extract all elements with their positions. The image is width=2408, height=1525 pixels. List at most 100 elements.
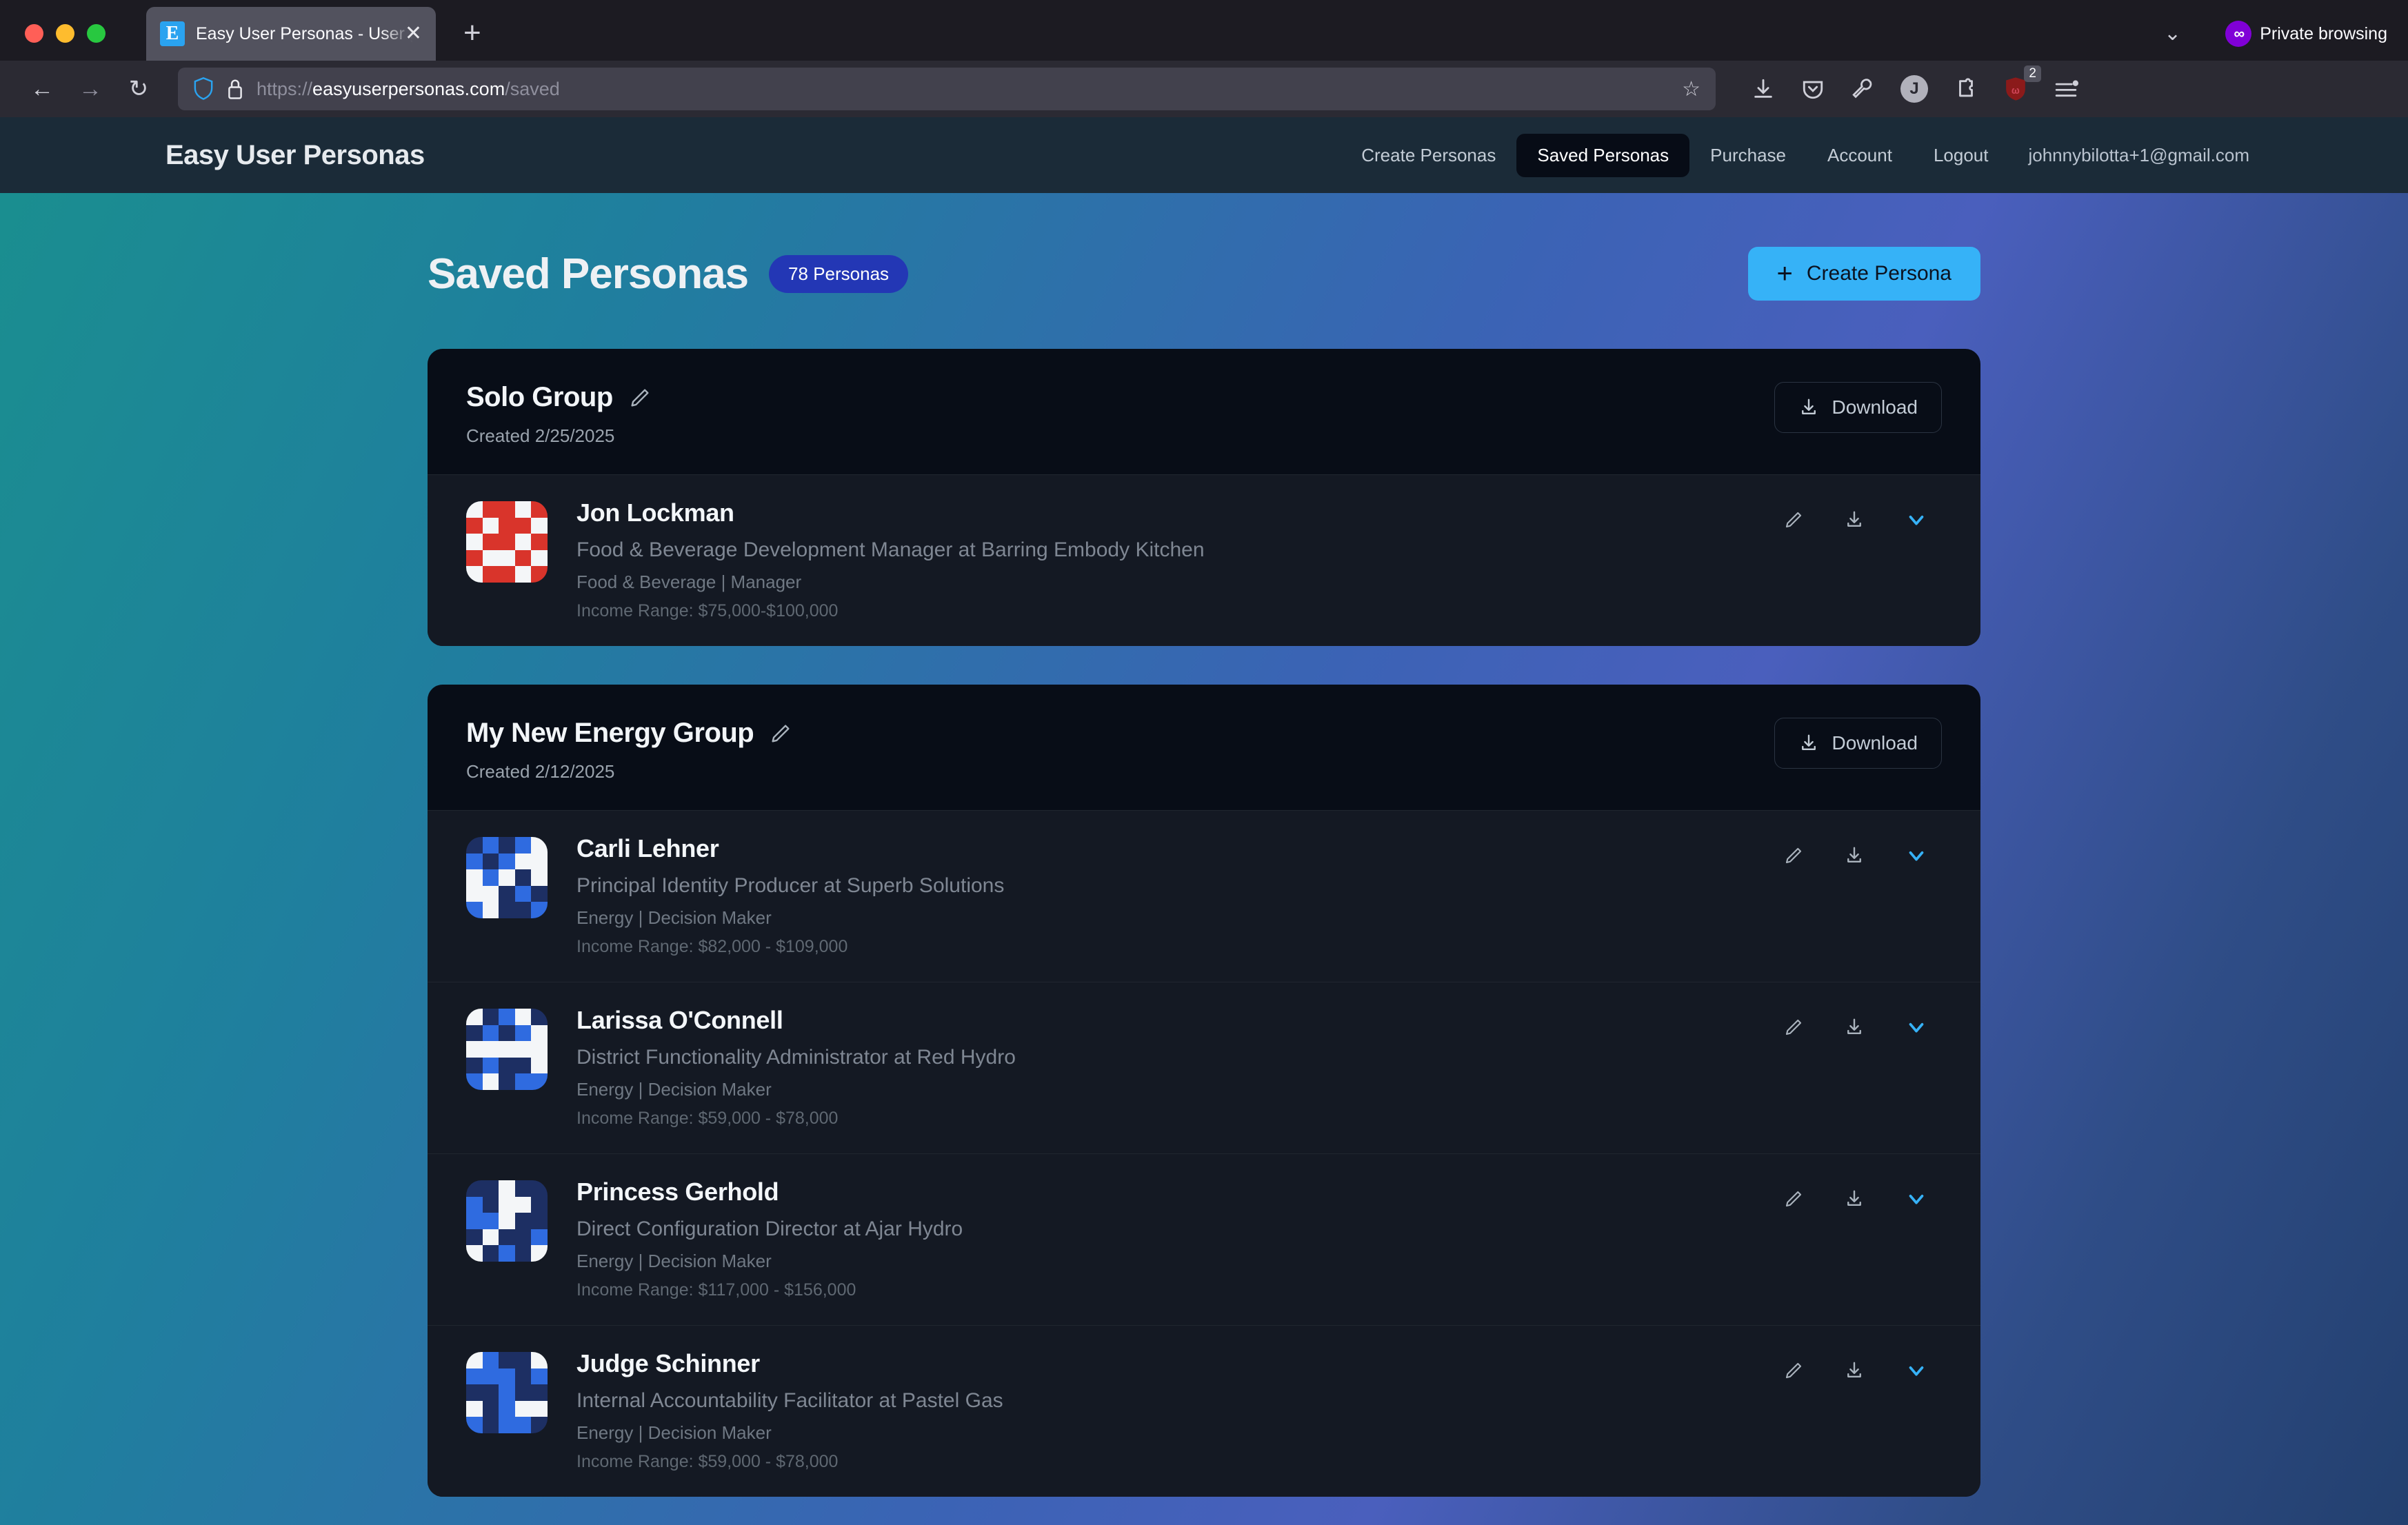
tab-favicon: E [160,21,185,46]
url-text[interactable]: https://easyuserpersonas.com/saved [257,79,1669,100]
persona-income-range: Income Range: $59,000 - $78,000 [576,1452,839,1471]
persona-industry-segment: Food & Beverage | Manager [576,572,802,592]
wrench-tools-icon[interactable] [1851,77,1874,101]
private-browsing-mask-icon: ∞ [2225,21,2252,47]
persona-name: Larissa O'Connell [576,1006,783,1034]
persona-row-actions [1783,498,1942,532]
maximize-window-button[interactable] [87,24,106,43]
browser-tab[interactable]: E Easy User Personas - User gene ✕ [146,7,436,61]
persona-group-card: Solo Group Created 2/25/2025 Download Jon L… [428,349,1980,646]
back-button[interactable]: ← [21,68,63,110]
private-browsing-label: Private browsing [2260,23,2387,43]
edit-group-name-pencil-icon[interactable] [628,386,652,410]
edit-persona-pencil-icon[interactable] [1783,509,1804,530]
bookmark-star-icon[interactable]: ☆ [1682,77,1700,101]
titlebar-right: ⌄ ∞ Private browsing [2139,21,2387,47]
download-group-button[interactable]: Download [1774,382,1942,433]
persona-info: Judge Schinner Internal Accountability Fa… [548,1349,1783,1472]
main-content: Saved Personas 78 Personas + Create Pers… [0,193,2408,1497]
persona-row[interactable]: Princess Gerhold Direct Configuration Dir… [428,1153,1980,1325]
account-avatar[interactable]: J [1900,75,1928,103]
toolbar-icons: J 𝛚 2 [1738,65,2078,103]
tracking-protection-shield-icon[interactable] [193,77,214,101]
persona-row[interactable]: Judge Schinner Internal Accountability Fa… [428,1325,1980,1497]
persona-avatar [466,1009,548,1090]
list-all-tabs-icon[interactable]: ⌄ [2139,23,2206,44]
persona-industry-segment: Energy | Decision Maker [576,1079,772,1100]
persona-info: Princess Gerhold Direct Configuration Dir… [548,1178,1783,1300]
persona-role: Direct Configuration Director at Ajar Hy… [576,1218,963,1240]
page-header-left: Saved Personas 78 Personas [428,250,909,299]
svg-text:𝛚: 𝛚 [2011,85,2020,97]
persona-name: Judge Schinner [576,1349,760,1377]
pocket-save-icon[interactable] [1801,77,1825,101]
persona-avatar [466,1180,548,1262]
expand-persona-chevron-down-icon[interactable] [1905,508,1928,532]
group-title-row: Solo Group [466,382,652,413]
persona-row[interactable]: Larissa O'Connell District Functionality … [428,982,1980,1153]
create-persona-button[interactable]: + Create Persona [1747,247,1980,301]
lock-icon [226,78,244,100]
persona-row[interactable]: Jon Lockman Food & Beverage Development M… [428,474,1980,646]
edit-persona-pencil-icon[interactable] [1783,1189,1804,1209]
persona-industry-segment: Energy | Decision Maker [576,1422,772,1443]
page-header: Saved Personas 78 Personas + Create Pers… [428,193,1980,301]
download-persona-icon[interactable] [1844,509,1865,530]
plus-icon: + [1776,259,1793,289]
persona-row-actions [1783,1006,1942,1039]
browser-window: E Easy User Personas - User gene ✕ + ⌄ ∞… [0,0,2408,1525]
nav-purchase[interactable]: Purchase [1689,134,1807,177]
nav-create-personas[interactable]: Create Personas [1341,134,1516,177]
edit-group-name-pencil-icon[interactable] [769,722,792,745]
ublock-shield-icon[interactable]: 𝛚 2 [2004,65,2041,101]
group-created-date: Created 2/25/2025 [466,425,615,446]
nav-account[interactable]: Account [1807,134,1913,177]
persona-income-range: Income Range: $117,000 - $156,000 [576,1280,856,1300]
edit-persona-pencil-icon[interactable] [1783,1360,1804,1381]
persona-role: Food & Beverage Development Manager at B… [576,538,1205,561]
expand-persona-chevron-down-icon[interactable] [1905,1359,1928,1382]
group-header: My New Energy Group Created 2/12/2025 Down… [428,685,1980,810]
download-persona-icon[interactable] [1844,1360,1865,1381]
persona-row-actions [1783,834,1942,867]
expand-persona-chevron-down-icon[interactable] [1905,1187,1928,1211]
persona-name: Princess Gerhold [576,1178,779,1206]
app-navbar: Easy User Personas Create Personas Saved… [0,117,2408,193]
nav-user-email: johnnybilotta+1@gmail.com [2028,144,2249,165]
create-persona-label: Create Persona [1806,262,1952,285]
expand-persona-chevron-down-icon[interactable] [1905,844,1928,867]
reload-button[interactable]: ↻ [117,68,160,110]
group-header: Solo Group Created 2/25/2025 Download [428,349,1980,474]
window-controls[interactable] [0,24,106,61]
hamburger-menu-icon[interactable] [2054,77,2078,101]
app-brand-logo[interactable]: Easy User Personas [165,140,425,171]
url-scheme: https:// [257,78,313,99]
download-persona-icon[interactable] [1844,845,1865,866]
nav-saved-personas[interactable]: Saved Personas [1516,133,1690,177]
url-bar[interactable]: https://easyuserpersonas.com/saved ☆ [178,68,1716,110]
persona-role: Principal Identity Producer at Superb So… [576,874,1005,897]
browser-navbar: ← → ↻ https://easyuserpersonas.com/saved… [0,61,2408,117]
download-group-button[interactable]: Download [1774,718,1942,769]
persona-info: Jon Lockman Food & Beverage Development M… [548,498,1783,621]
persona-role: Internal Accountability Facilitator at P… [576,1389,1003,1412]
page-title: Saved Personas [428,250,749,298]
download-persona-icon[interactable] [1844,1189,1865,1209]
edit-persona-pencil-icon[interactable] [1783,1017,1804,1038]
persona-row[interactable]: Carli Lehner Principal Identity Producer … [428,810,1980,982]
persona-name: Carli Lehner [576,834,719,862]
forward-button[interactable]: → [69,68,112,110]
new-tab-button[interactable]: + [463,18,481,48]
download-persona-icon[interactable] [1844,1017,1865,1038]
minimize-window-button[interactable] [56,24,74,43]
downloads-icon[interactable] [1752,77,1775,101]
url-host: easyuserpersonas.com [312,78,505,99]
edit-persona-pencil-icon[interactable] [1783,845,1804,866]
close-window-button[interactable] [25,24,43,43]
nav-logout[interactable]: Logout [1913,134,2009,177]
group-header-left: My New Energy Group Created 2/12/2025 [466,718,792,782]
expand-persona-chevron-down-icon[interactable] [1905,1016,1928,1039]
persona-count-badge: 78 Personas [769,254,909,293]
extension-puzzle-icon[interactable] [1954,77,1978,101]
group-name: My New Energy Group [466,718,754,748]
